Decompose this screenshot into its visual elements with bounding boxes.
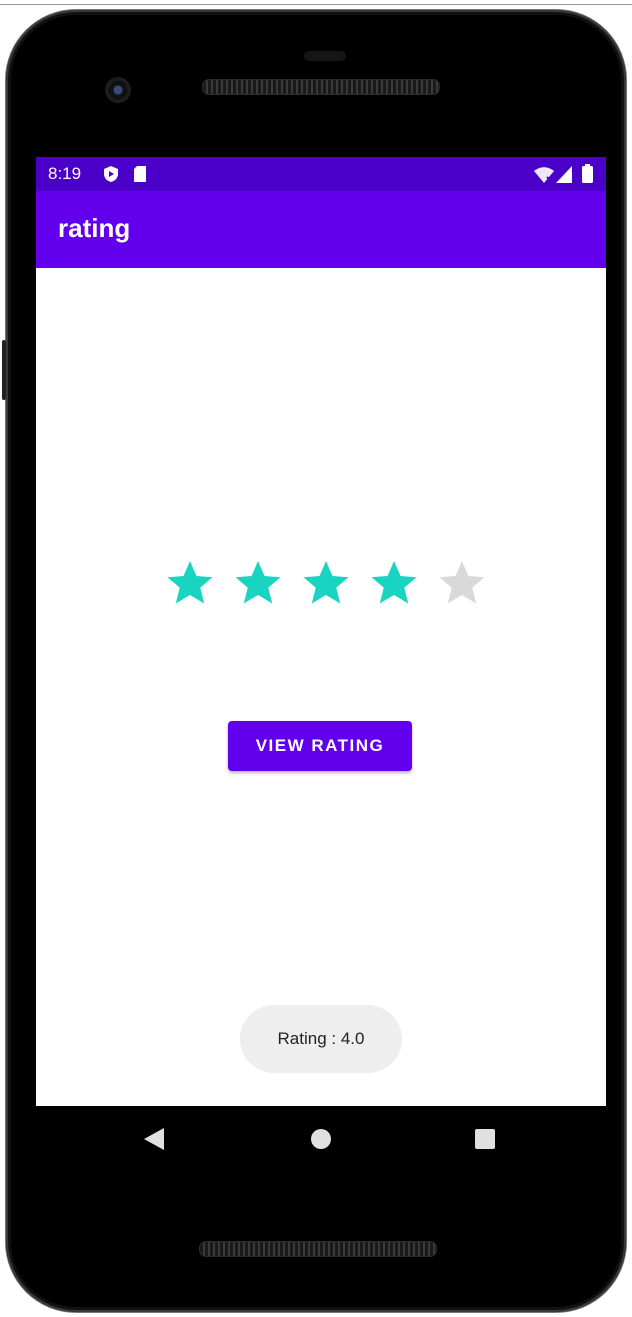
star-icon xyxy=(235,561,281,604)
shield-icon xyxy=(102,165,120,187)
wifi-icon xyxy=(534,167,554,187)
rating-star-2[interactable] xyxy=(234,559,282,607)
page-top-rule xyxy=(0,4,632,5)
star-icon xyxy=(303,561,349,604)
status-bar: 8:19 xyxy=(36,157,606,191)
rating-star-1[interactable] xyxy=(166,559,214,607)
app-title: rating xyxy=(58,213,131,243)
toast-text: Rating : 4.0 xyxy=(277,1029,365,1048)
star-icon xyxy=(439,561,485,604)
signal-icon xyxy=(556,166,572,187)
sensor-slot xyxy=(304,51,346,61)
back-icon[interactable] xyxy=(144,1128,164,1154)
recents-icon[interactable] xyxy=(474,1128,496,1154)
status-time: 8:19 xyxy=(48,164,82,183)
top-speaker xyxy=(202,79,440,95)
view-rating-button-label: VIEW RATING xyxy=(255,736,385,755)
sd-card-icon xyxy=(132,165,148,187)
device-screen: 8:19 rating VIEW RATING Rating: 4.0 xyxy=(36,157,606,1106)
battery-icon xyxy=(582,164,593,187)
front-camera xyxy=(105,77,131,103)
rating-bar[interactable] xyxy=(166,559,486,609)
home-icon[interactable] xyxy=(310,1128,332,1154)
bottom-speaker xyxy=(199,1241,437,1257)
star-icon xyxy=(167,561,213,604)
rating-star-3[interactable] xyxy=(302,559,350,607)
navigation-bar xyxy=(36,1106,606,1174)
app-bar: rating xyxy=(36,191,606,268)
star-icon xyxy=(371,561,417,604)
rating-star-5[interactable] xyxy=(438,559,486,607)
view-rating-button[interactable]: VIEW RATING xyxy=(228,721,412,771)
toast-message: Rating : 4.0 xyxy=(240,1005,402,1073)
rating-star-4[interactable] xyxy=(370,559,418,607)
side-button xyxy=(2,340,6,400)
